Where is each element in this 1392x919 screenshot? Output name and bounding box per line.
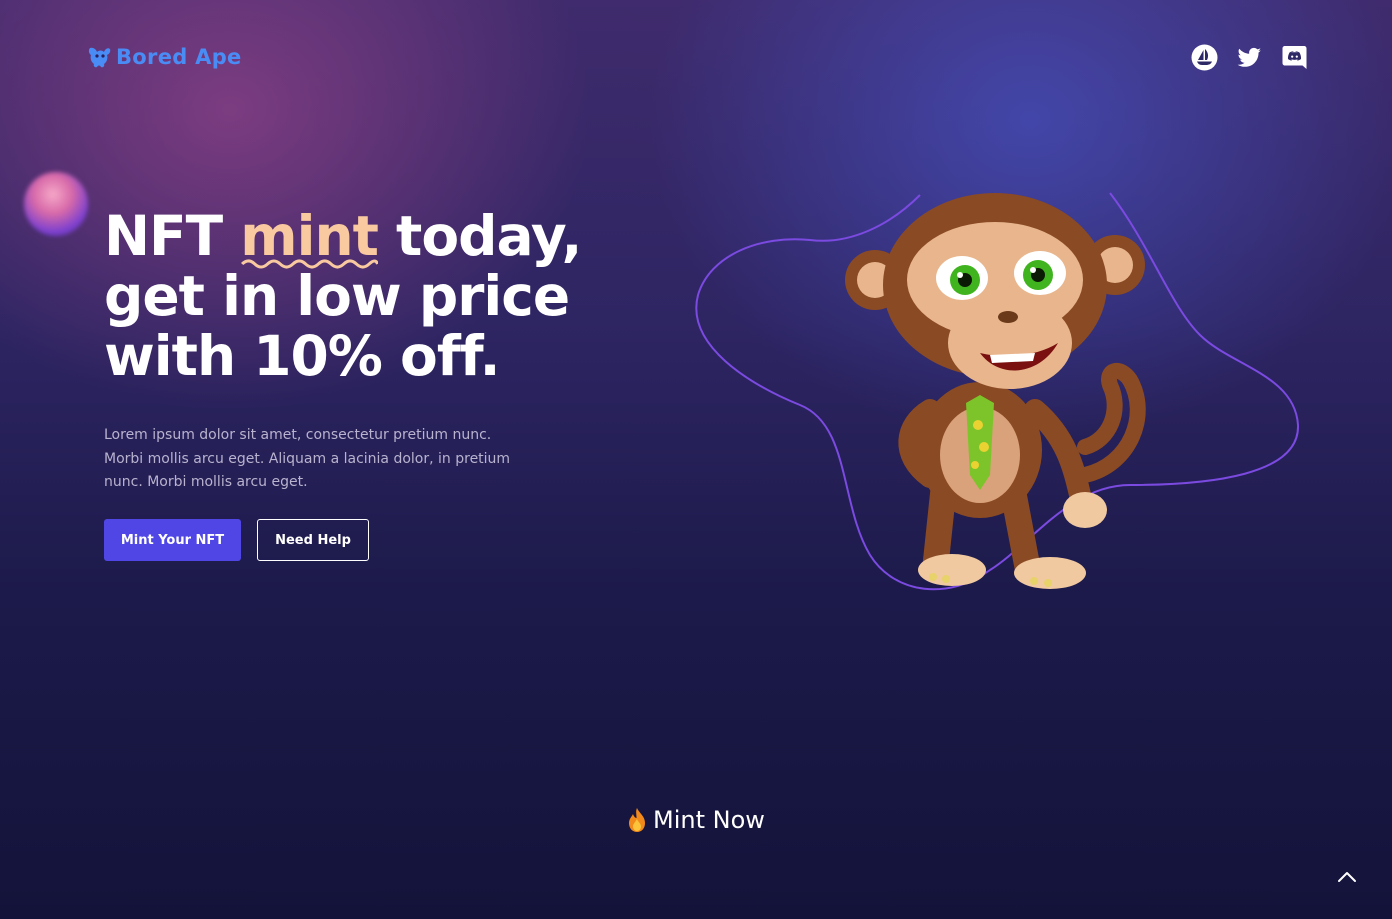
mint-now-label: Mint Now xyxy=(653,806,765,834)
hero-title-text: NFT xyxy=(104,204,241,268)
hero-title-line-1: NFT mint today, xyxy=(104,204,582,269)
hero-title-highlight: mint xyxy=(240,206,379,269)
hero-title: NFT mint today, get in low price with 10… xyxy=(104,204,582,388)
need-help-button[interactable]: Need Help xyxy=(257,519,369,561)
hero-description: Lorem ipsum dolor sit amet, consectetur … xyxy=(104,427,511,490)
squiggle-underline xyxy=(241,259,378,269)
ape-logo-icon xyxy=(88,47,111,68)
hero-title-line-3: with 10% off. xyxy=(104,324,501,388)
brand-logo[interactable]: Bored Ape xyxy=(86,44,242,70)
hero-illustration xyxy=(695,192,1300,591)
hero-title-line-2: get in low price xyxy=(104,264,570,328)
twitter-icon[interactable] xyxy=(1236,44,1263,71)
mint-your-nft-button[interactable]: Mint Your NFT xyxy=(104,519,241,561)
fire-icon xyxy=(629,808,646,832)
opensea-icon[interactable] xyxy=(1191,44,1218,71)
hero-title-text-end: today, xyxy=(377,204,582,268)
mint-now-link[interactable]: Mint Now xyxy=(0,806,1392,834)
social-links xyxy=(1191,44,1308,71)
chevron-up-icon[interactable] xyxy=(1336,866,1358,888)
monkey-icon xyxy=(845,193,1146,589)
brand-name: Bored Ape xyxy=(116,45,242,69)
decorative-glow-orb xyxy=(24,172,88,236)
discord-icon[interactable] xyxy=(1281,44,1308,71)
